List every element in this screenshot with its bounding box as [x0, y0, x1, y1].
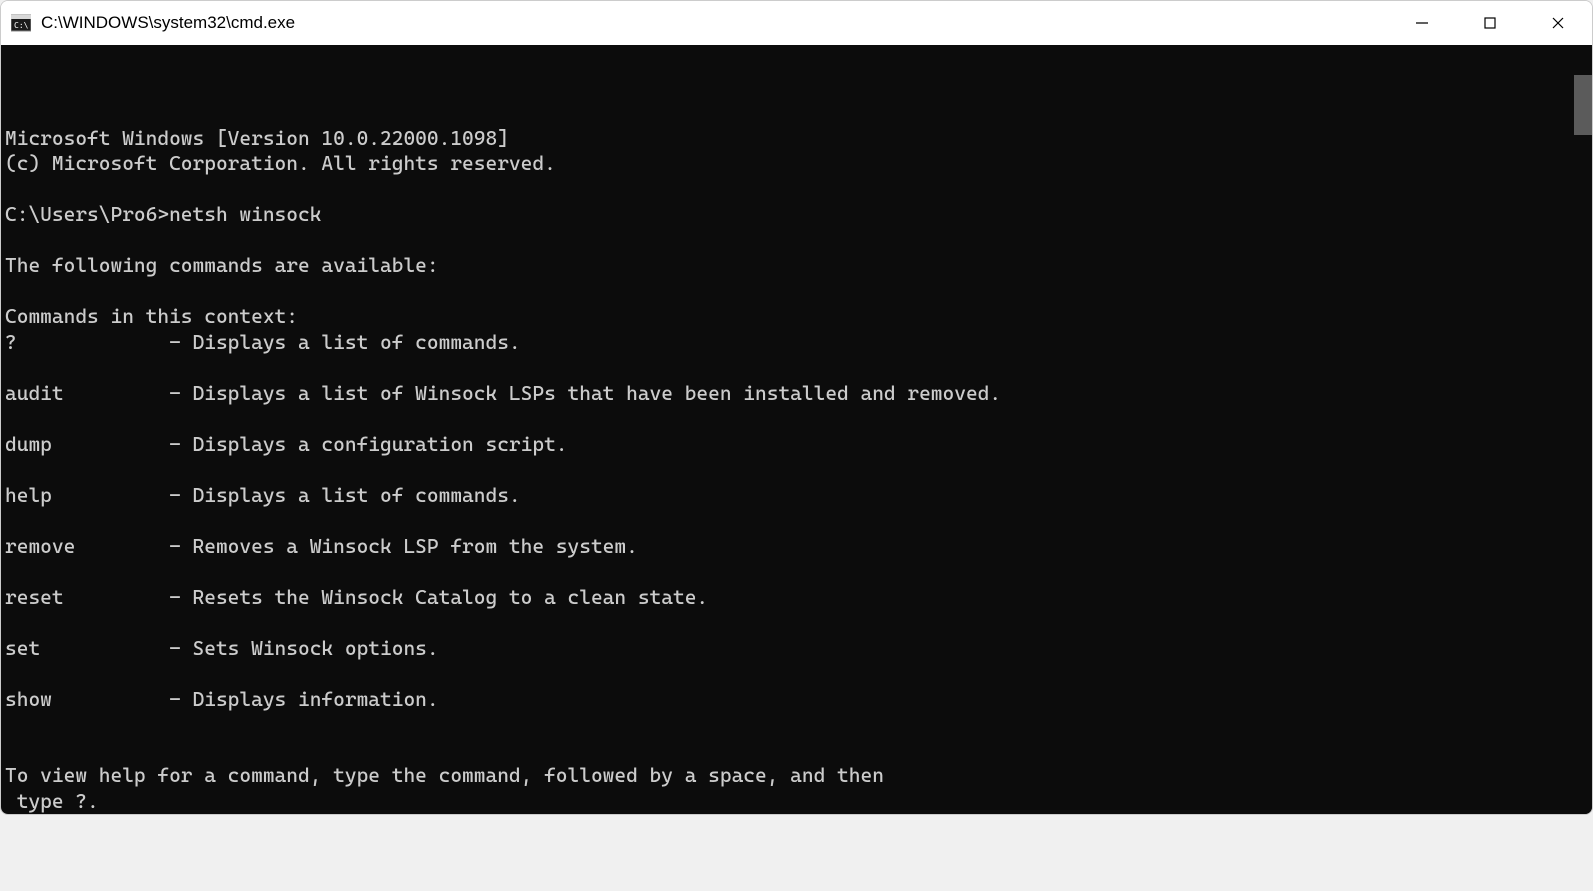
titlebar[interactable]: C:\ C:\WINDOWS\system32\cmd.exe	[1, 1, 1592, 45]
command-row: set- Sets Winsock options.	[5, 636, 1592, 662]
command-row: help- Displays a list of commands.	[5, 483, 1592, 509]
command-desc: - Resets the Winsock Catalog to a clean …	[169, 585, 708, 609]
prompt-path: C:\Users\Pro6>	[5, 202, 169, 226]
cmd-icon: C:\	[9, 11, 33, 35]
command-desc: - Displays a list of commands.	[169, 483, 521, 507]
output-line: (c) Microsoft Corporation. All rights re…	[5, 151, 556, 175]
prompt-line: C:\Users\Pro6>netsh winsock	[5, 202, 321, 226]
command-name: remove	[5, 534, 169, 560]
command-desc: - Displays information.	[169, 687, 439, 711]
command-row: remove- Removes a Winsock LSP from the s…	[5, 534, 1592, 560]
command-row: show- Displays information.	[5, 687, 1592, 713]
minimize-button[interactable]	[1388, 1, 1456, 45]
window-title: C:\WINDOWS\system32\cmd.exe	[41, 13, 1388, 33]
prompt-command: netsh winsock	[169, 202, 321, 226]
command-name: dump	[5, 432, 169, 458]
maximize-button[interactable]	[1456, 1, 1524, 45]
svg-text:C:\: C:\	[14, 21, 29, 30]
command-row: reset- Resets the Winsock Catalog to a c…	[5, 585, 1592, 611]
scrollbar-thumb[interactable]	[1574, 75, 1592, 135]
command-desc: - Removes a Winsock LSP from the system.	[169, 534, 638, 558]
cmd-window: C:\ C:\WINDOWS\system32\cmd.exe Microsof…	[0, 0, 1593, 815]
command-desc: - Displays a list of commands.	[169, 330, 521, 354]
output-line: To view help for a command, type the com…	[5, 763, 884, 787]
command-row: audit- Displays a list of Winsock LSPs t…	[5, 381, 1592, 407]
window-controls	[1388, 1, 1592, 45]
command-name: show	[5, 687, 169, 713]
command-name: ?	[5, 330, 169, 356]
scrollbar-track[interactable]	[1574, 45, 1592, 814]
command-name: audit	[5, 381, 169, 407]
console-area[interactable]: Microsoft Windows [Version 10.0.22000.10…	[1, 45, 1592, 814]
command-row: dump- Displays a configuration script.	[5, 432, 1592, 458]
output-line: Commands in this context:	[5, 304, 298, 328]
command-name: reset	[5, 585, 169, 611]
output-line: The following commands are available:	[5, 253, 439, 277]
output-line: Microsoft Windows [Version 10.0.22000.10…	[5, 126, 509, 150]
console-output: Microsoft Windows [Version 10.0.22000.10…	[5, 100, 1592, 814]
close-button[interactable]	[1524, 1, 1592, 45]
command-name: help	[5, 483, 169, 509]
command-desc: - Displays a configuration script.	[169, 432, 567, 456]
command-name: set	[5, 636, 169, 662]
command-desc: - Sets Winsock options.	[169, 636, 439, 660]
command-row: ?- Displays a list of commands.	[5, 330, 1592, 356]
command-desc: - Displays a list of Winsock LSPs that h…	[169, 381, 1001, 405]
output-line: type ?.	[5, 789, 99, 813]
